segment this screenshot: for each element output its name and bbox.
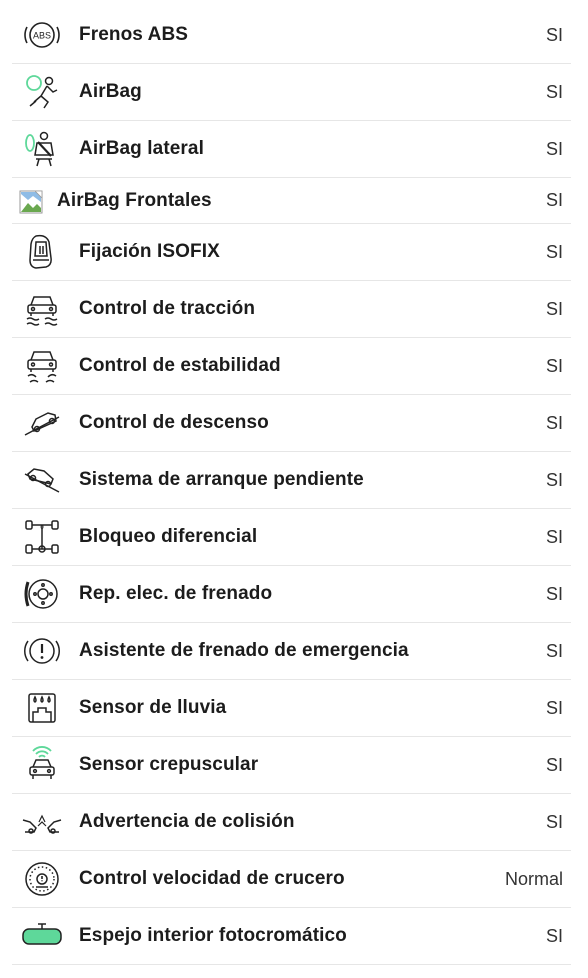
list-item: Advertencia de colisión SI (12, 794, 571, 851)
feature-value: SI (545, 412, 563, 433)
feature-label: AirBag lateral (79, 138, 204, 159)
feature-label: Espejo interior fotocromático (79, 925, 347, 946)
list-item: AirBag Frontales SI (12, 178, 571, 224)
list-item: Sensor crepuscular SI (12, 737, 571, 794)
collision-warning-icon (21, 801, 63, 843)
feature-value: SI (545, 811, 563, 832)
feature-label: Sensor crepuscular (79, 754, 259, 775)
broken-image-icon (19, 190, 43, 214)
feature-value: SI (545, 81, 563, 102)
feature-label: Asistente de frenado de emergencia (79, 640, 409, 661)
list-item: Control de estabilidad SI (12, 338, 571, 395)
feature-label: Advertencia de colisión (79, 811, 295, 832)
feature-label: Sistema de arranque pendiente (79, 469, 364, 490)
list-item: Asistente de frenado de emergencia SI (12, 623, 571, 680)
feature-value: SI (545, 925, 563, 946)
feature-value: SI (545, 526, 563, 547)
feature-label: Control de tracción (79, 298, 256, 319)
svg-text:0: 0 (40, 525, 44, 531)
list-item: AirBag lateral SI (12, 121, 571, 178)
feature-label: Control de estabilidad (79, 355, 281, 376)
airbag-icon (21, 71, 63, 113)
differential-lock-icon: 0 (21, 516, 63, 558)
list-item: Control velocidad de crucero Normal (12, 851, 571, 908)
feature-label: Sensor de lluvia (79, 697, 227, 718)
feature-value: Normal (504, 868, 563, 889)
list-item: Fijación ISOFIX SI (12, 224, 571, 281)
isofix-icon (21, 231, 63, 273)
feature-value: SI (545, 241, 563, 262)
feature-label: Rep. elec. de frenado (79, 583, 273, 604)
emergency-brake-icon (21, 630, 63, 672)
feature-value: SI (545, 754, 563, 775)
feature-value: SI (545, 190, 563, 210)
stability-control-icon (21, 345, 63, 387)
feature-label: Fijación ISOFIX (79, 241, 220, 262)
twilight-sensor-icon (21, 744, 63, 786)
auto-dimming-mirror-icon (21, 915, 63, 957)
hill-start-icon (21, 459, 63, 501)
feature-label: AirBag Frontales (57, 189, 212, 211)
list-item: 0 Bloqueo diferencial SI (12, 509, 571, 566)
side-airbag-icon (21, 128, 63, 170)
feature-value: SI (545, 298, 563, 319)
feature-value: SI (545, 640, 563, 661)
rain-sensor-icon (21, 687, 63, 729)
feature-value: SI (545, 697, 563, 718)
feature-value: SI (545, 138, 563, 159)
list-item: Control de descenso SI (12, 395, 571, 452)
list-item: ABS Frenos ABS SI (12, 7, 571, 64)
feature-label: AirBag (79, 81, 142, 102)
feature-value: SI (545, 469, 563, 490)
abs-icon: ABS (21, 14, 63, 56)
list-item: Control de tracción SI (12, 281, 571, 338)
feature-label: Control velocidad de crucero (79, 868, 345, 889)
list-item: Sensor de lluvia SI (12, 680, 571, 737)
list-item: Rep. elec. de frenado SI (12, 566, 571, 623)
feature-label: Control de descenso (79, 412, 269, 433)
svg-text:ABS: ABS (33, 31, 51, 41)
feature-label: Bloqueo diferencial (79, 526, 258, 547)
list-item: Espejo interior fotocromático SI (12, 908, 571, 965)
traction-control-icon (21, 288, 63, 330)
cruise-control-icon (21, 858, 63, 900)
feature-value: SI (545, 583, 563, 604)
list-item: Sistema de arranque pendiente SI (12, 452, 571, 509)
features-list: ABS Frenos ABS SI AirBag SI AirBag later… (12, 7, 571, 965)
brake-distribution-icon (21, 573, 63, 615)
list-item: AirBag SI (12, 64, 571, 121)
feature-label: Frenos ABS (79, 24, 189, 45)
feature-value: SI (545, 24, 563, 45)
feature-value: SI (545, 355, 563, 376)
descent-control-icon (21, 402, 63, 444)
